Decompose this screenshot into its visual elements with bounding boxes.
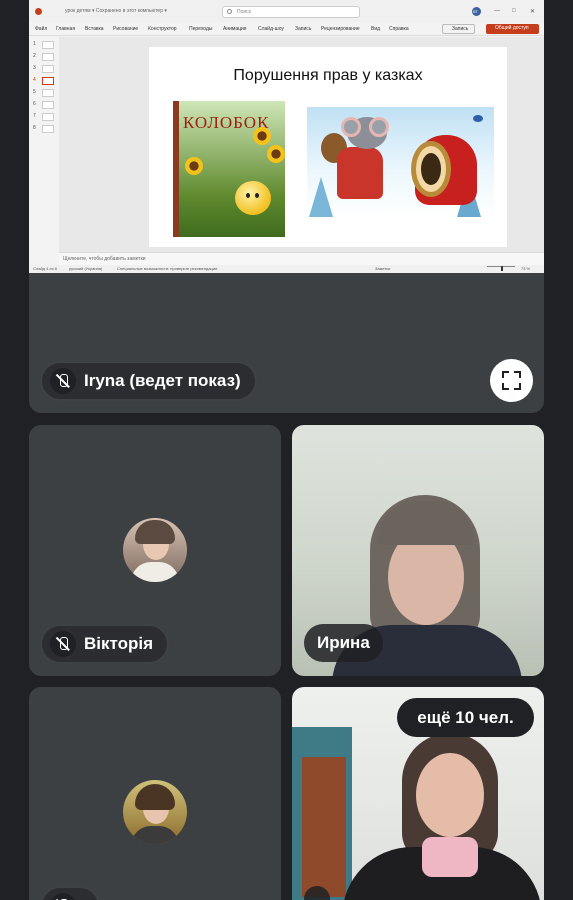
avatar (123, 518, 187, 582)
document-title: урок детям ▾ Сохранено в этот компьютер … (65, 8, 167, 14)
slide-thumbnail-pane: 1 2 3 4 5 6 7 8 (29, 37, 59, 252)
ribbon-tab-help: Справка (389, 26, 409, 32)
ribbon-tab-view: Вид (371, 26, 381, 32)
participant-video-tile[interactable]: Ирина (292, 425, 544, 676)
ribbon-tab-slideshow: Слайд-шоу (258, 26, 284, 32)
ribbon-tab-file: Файл (35, 26, 48, 32)
slide-canvas: Порушення прав у казках КОЛОБОК (59, 37, 544, 252)
ribbon-tabs: Файл Главная Вставка Рисование Конструкт… (29, 22, 544, 36)
sunflower-illustration (253, 127, 271, 145)
ribbon-tab-draw: Рисование (113, 26, 139, 32)
kolobok-book-cover: КОЛОБОК (173, 101, 285, 237)
presenter-label: Iryna (ведет показ) (84, 371, 241, 390)
maximize-icon: □ (512, 8, 516, 14)
powerpoint-statusbar: Слайд 4 из 8 русский (Украина) Специальн… (29, 265, 544, 273)
record-button: Запись (442, 24, 475, 34)
powerpoint-titlebar: урок детям ▾ Сохранено в этот компьютер … (29, 0, 544, 22)
notes-pane: Щелкните, чтобы добавить заметки (59, 252, 544, 265)
mitten-opening (421, 153, 441, 185)
tree-illustration (309, 177, 333, 217)
sunflower-illustration (267, 145, 285, 163)
mitten-tale-illustration (307, 107, 494, 217)
participant-tile[interactable]: Вікторія (29, 425, 281, 676)
participant-tile[interactable] (29, 687, 281, 900)
participant-name-pill (40, 886, 100, 900)
sunflower-illustration (185, 157, 203, 175)
zoom-level: 73 % (521, 266, 531, 271)
ribbon-tab-record: Запись (295, 26, 312, 32)
presenter-name-pill: Iryna (ведет показ) (40, 361, 257, 401)
minimize-icon: — (494, 8, 500, 14)
close-icon: ✕ (530, 9, 536, 15)
shared-screen: урок детям ▾ Сохранено в этот компьютер … (29, 0, 544, 273)
search-placeholder: Поиск (237, 9, 251, 15)
mic-off-icon (50, 368, 76, 394)
ribbon-tab-transitions: Переходы (189, 26, 213, 32)
slide-title: Порушення прав у казках (233, 67, 423, 84)
language-indicator: русский (Украина) (69, 266, 103, 271)
current-slide: Порушення прав у казках КОЛОБОК (149, 47, 507, 247)
accessibility-status: Специальные возможности: проверьте реком… (117, 266, 218, 271)
participant-name-pill: Вікторія (40, 624, 170, 664)
account-avatar: ВТ (472, 7, 481, 16)
notes-placeholder: Щелкните, чтобы добавить заметки (63, 256, 146, 262)
mouse-character-head (341, 117, 389, 149)
fullscreen-icon (502, 371, 509, 378)
ribbon-tab-insert: Вставка (85, 26, 104, 32)
ribbon-tab-animations: Анимация (223, 26, 247, 32)
participant-name: Вікторія (84, 634, 154, 653)
kolobok-character (235, 181, 271, 215)
bird-illustration (473, 115, 483, 122)
slide-counter: Слайд 4 из 8 (33, 266, 57, 271)
powerpoint-search: Поиск (222, 6, 360, 18)
ribbon-tab-review: Рецензирование (321, 26, 360, 32)
search-icon (227, 9, 232, 14)
more-participants-badge[interactable]: ещё 10 чел. (397, 698, 534, 737)
mic-off-icon (50, 893, 76, 900)
participant-name: Ирина (304, 624, 383, 662)
ribbon-tab-home: Главная (56, 26, 76, 32)
zoom-slider-knob (501, 266, 503, 271)
fullscreen-button[interactable] (490, 359, 533, 402)
mouse-character-body (337, 147, 383, 199)
share-access-button: Общий доступ (486, 24, 539, 34)
ribbon-tab-design: Конструктор (148, 26, 177, 32)
notes-button: Заметки (375, 266, 391, 271)
avatar (123, 780, 187, 844)
mic-off-icon (50, 631, 76, 657)
powerpoint-logo-icon (35, 8, 42, 15)
